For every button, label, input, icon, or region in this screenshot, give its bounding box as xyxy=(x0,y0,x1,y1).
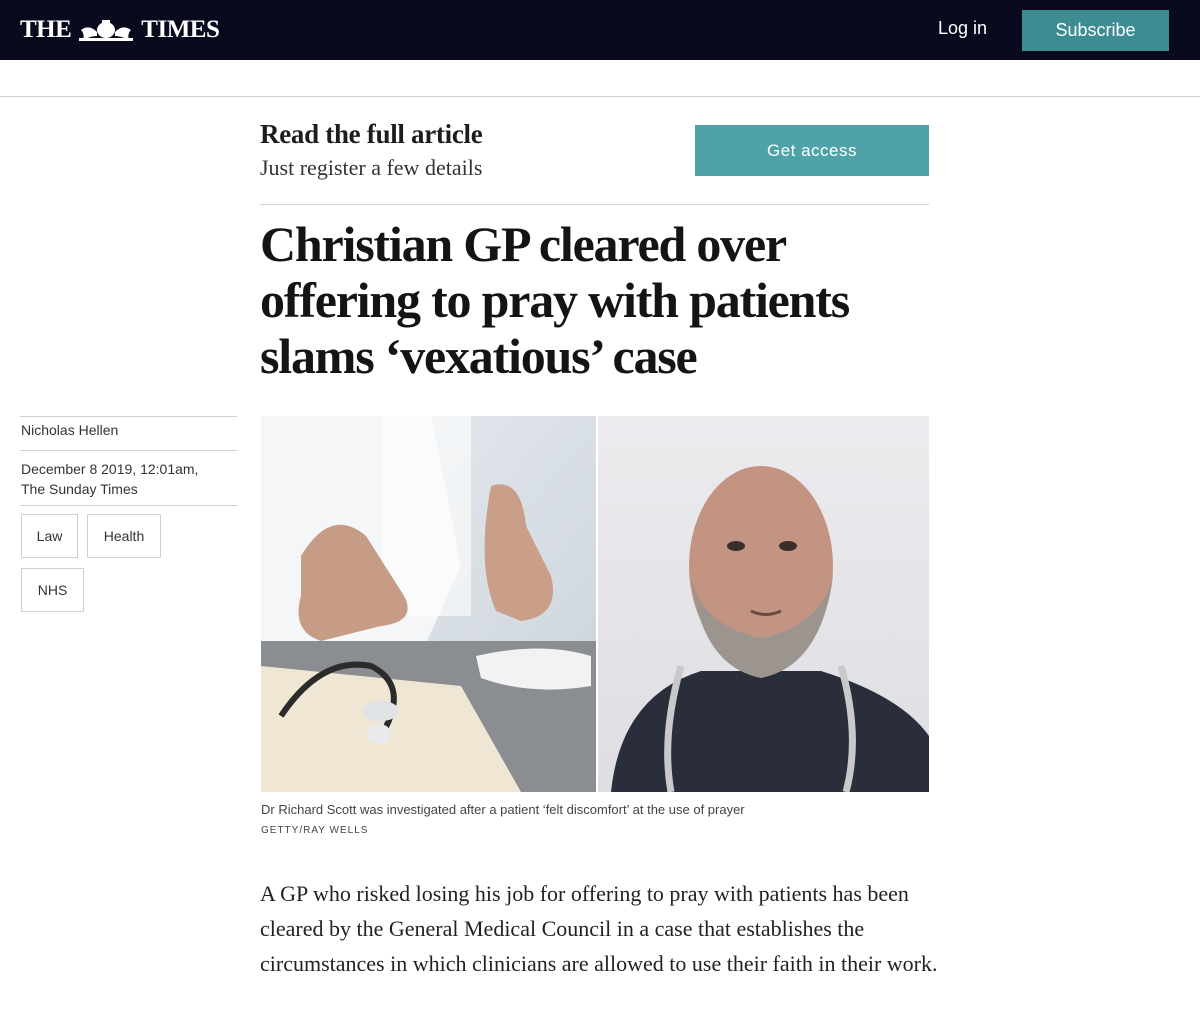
tag-health[interactable]: Health xyxy=(87,514,161,558)
subscribe-button[interactable]: Subscribe xyxy=(1022,10,1169,51)
article-lead-paragraph: A GP who risked losing his job for offer… xyxy=(260,881,938,976)
logo-text-times: TIMES xyxy=(141,16,220,43)
sidebar-divider xyxy=(20,450,237,451)
get-access-button[interactable]: Get access xyxy=(695,125,929,176)
header-divider xyxy=(0,96,1200,97)
article-hero-image xyxy=(261,416,929,792)
times-logo[interactable]: THE TIMES xyxy=(20,16,220,44)
logo-text-the: THE xyxy=(20,16,72,43)
sidebar-divider xyxy=(20,416,237,417)
image-caption: Dr Richard Scott was investigated after … xyxy=(261,802,745,817)
sidebar-divider xyxy=(20,505,237,506)
publication-name: The Sunday Times xyxy=(21,481,138,497)
tag-law[interactable]: Law xyxy=(21,514,78,558)
hero-photo xyxy=(261,416,929,792)
publish-date: December 8 2019, 12:01am, xyxy=(21,461,199,477)
dateline: December 8 2019, 12:01am, The Sunday Tim… xyxy=(21,459,221,499)
tag-nhs[interactable]: NHS xyxy=(21,568,84,612)
article-headline: Christian GP cleared over offering to pr… xyxy=(260,216,850,384)
royal-crest-icon xyxy=(79,20,134,41)
login-link[interactable]: Log in xyxy=(938,18,987,39)
promo-subtitle: Just register a few details xyxy=(260,155,483,180)
promo-title: Read the full article xyxy=(260,119,483,149)
top-nav: THE TIMES Log in Subscribe xyxy=(0,0,1200,60)
promo-divider xyxy=(260,204,929,205)
author-name[interactable]: Nicholas Hellen xyxy=(21,422,118,438)
image-credit: GETTY/RAY WELLS xyxy=(261,825,369,836)
